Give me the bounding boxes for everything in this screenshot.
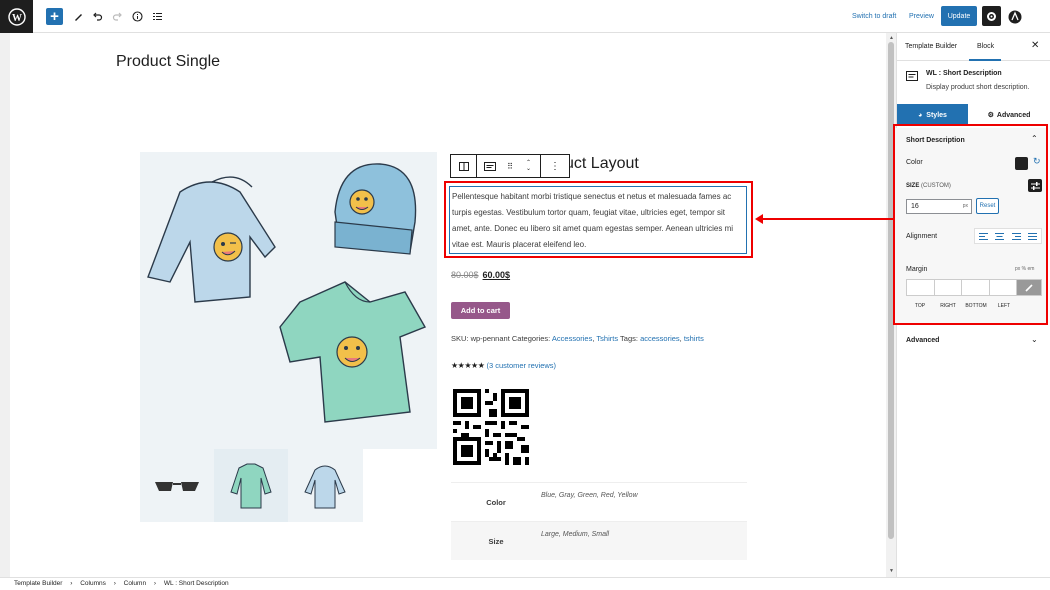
attribute-name: Size — [488, 536, 504, 546]
breadcrumb-separator: › — [153, 580, 157, 587]
tab-template-builder[interactable]: Template Builder — [905, 43, 957, 50]
block-card-icon — [906, 68, 918, 86]
annotation-arrow-head — [755, 214, 763, 224]
scroll-down-arrow-icon[interactable]: ▼ — [889, 568, 894, 574]
attribute-name: Color — [486, 497, 506, 507]
category-link[interactable]: Accessories — [552, 334, 592, 343]
add-to-cart-button[interactable]: Add to cart — [451, 302, 510, 319]
table-row: Color Blue, Gray, Green, Red, Yellow — [451, 482, 747, 521]
tab-advanced[interactable]: ⚙ Advanced — [970, 104, 1048, 126]
new-price: 60.00$ — [482, 270, 511, 280]
move-up-down-icon[interactable]: ⌃ ⌄ — [517, 155, 541, 177]
switch-to-draft-link[interactable]: Switch to draft — [852, 13, 896, 20]
table-row: Size Large, Medium, Small — [451, 521, 747, 560]
block-card-title: WL : Short Description — [926, 70, 1002, 77]
qr-code-image — [453, 388, 529, 466]
product-main-image[interactable] — [140, 152, 437, 449]
wordpress-logo-icon[interactable]: W — [0, 0, 33, 33]
plugin-logo-icon[interactable] — [1006, 8, 1024, 26]
product-rating: ★★★★★ (3 customer reviews) — [451, 361, 556, 370]
close-icon[interactable]: ✕ — [1031, 40, 1039, 51]
block-type-icon[interactable] — [477, 155, 503, 177]
product-thumbnails — [140, 449, 363, 522]
product-title[interactable]: uct Layout — [565, 155, 639, 173]
breadcrumb-item[interactable]: Column — [124, 580, 146, 587]
tab-styles-label: Styles — [926, 111, 947, 119]
old-price: 80.00$ — [451, 270, 479, 280]
active-tab-indicator — [969, 59, 1001, 61]
breadcrumb-item[interactable]: Columns — [80, 580, 106, 587]
thumbnail-longsleeve[interactable] — [214, 449, 288, 522]
list-view-icon[interactable] — [148, 7, 166, 25]
more-options-icon[interactable]: ⋮ — [541, 155, 569, 177]
palette-icon: ◕ — [918, 111, 923, 119]
customer-reviews-link[interactable]: (3 customer reviews) — [486, 361, 556, 370]
sku-text: SKU: wp-pennant — [451, 334, 510, 343]
tag-link[interactable]: tshirts — [684, 334, 704, 343]
chevron-down-icon[interactable]: ⌄ — [1031, 335, 1038, 344]
product-meta: SKU: wp-pennant Categories: Accessories,… — [451, 334, 704, 343]
update-button[interactable]: Update — [941, 6, 977, 26]
tags-label: Tags: — [620, 334, 638, 343]
gear-icon: ⚙ — [987, 112, 994, 119]
add-block-button[interactable]: + — [46, 8, 63, 25]
undo-icon[interactable] — [88, 7, 106, 25]
tab-styles[interactable]: ◕ Styles — [897, 104, 968, 126]
scroll-up-arrow-icon[interactable]: ▲ — [889, 35, 894, 41]
categories-label: Categories: — [511, 334, 551, 343]
details-info-icon[interactable] — [128, 7, 146, 25]
tag-link[interactable]: accessories — [640, 334, 680, 343]
pencil-icon[interactable] — [69, 7, 87, 25]
drag-handle-icon[interactable]: ⠿ — [503, 155, 517, 177]
breadcrumb-item[interactable]: WL : Short Description — [164, 580, 229, 587]
svg-text:W: W — [12, 13, 22, 24]
thumbnail-hoodie[interactable] — [288, 449, 362, 522]
tab-advanced-label: Advanced — [996, 111, 1031, 119]
breadcrumb-separator: › — [113, 580, 116, 587]
redo-icon[interactable] — [108, 7, 126, 25]
page-title[interactable]: Product Single — [116, 53, 220, 71]
rating-stars-icon: ★★★★★ — [451, 361, 485, 370]
canvas-left-gutter — [0, 33, 10, 578]
highlight-box-description — [444, 181, 753, 258]
settings-gear-icon[interactable] — [982, 6, 1001, 26]
tab-block[interactable]: Block — [977, 43, 994, 50]
annotation-arrow-line — [761, 218, 893, 220]
parent-block-icon[interactable] — [451, 155, 477, 177]
block-toolbar: ⠿ ⌃ ⌄ ⋮ — [450, 154, 570, 178]
product-price: 80.00$ 60.00$ — [451, 270, 510, 280]
breadcrumb-item[interactable]: Template Builder — [14, 580, 62, 587]
thumbnail-sunglasses[interactable] — [140, 449, 214, 522]
attribute-value: Large, Medium, Small — [541, 531, 610, 538]
attribute-value: Blue, Gray, Green, Red, Yellow — [541, 492, 638, 499]
highlight-box-panel — [893, 124, 1048, 325]
advanced-section-toggle[interactable]: Advanced — [906, 337, 939, 344]
block-card-description: Display product short description. — [926, 84, 1030, 91]
category-link[interactable]: Tshirts — [596, 334, 618, 343]
breadcrumb-separator: › — [70, 580, 73, 587]
additional-info-table: Color Blue, Gray, Green, Red, Yellow Siz… — [451, 482, 747, 560]
breadcrumb: Template Builder › Columns › Column › WL… — [0, 577, 1050, 590]
preview-link[interactable]: Preview — [909, 13, 934, 20]
